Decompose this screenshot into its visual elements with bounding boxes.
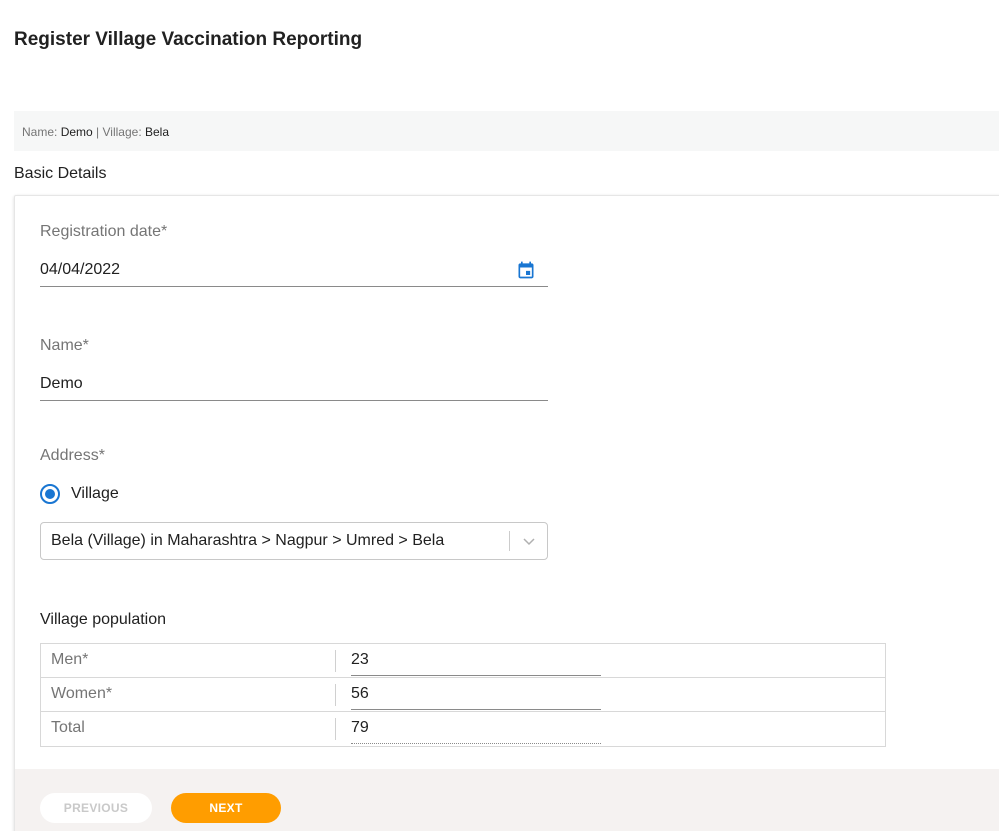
population-row-total: Total 79 [41,712,885,746]
next-button[interactable]: NEXT [171,793,281,823]
village-radio[interactable] [40,484,60,504]
summary-bar: Name: Demo | Village: Bela [14,111,999,151]
name-label: Name* [40,337,89,354]
address-label: Address* [40,447,105,464]
registration-date-label: Registration date* [40,223,168,240]
village-radio-option[interactable]: Village [40,483,119,505]
chevron-down-icon[interactable] [522,534,536,548]
summary-village-label: Village: [102,125,142,139]
row-divider [335,684,336,706]
men-input[interactable]: 23 [351,644,601,676]
name-value: Demo [40,375,83,392]
radio-selected-dot [45,489,55,499]
registration-date-value: 04/04/2022 [40,261,121,278]
village-radio-label: Village [71,485,119,502]
calendar-icon[interactable] [516,260,536,280]
total-label: Total [51,719,85,736]
population-row-women: Women* 56 [41,678,885,712]
population-table: Men* 23 Women* 56 Total 79 [40,643,886,747]
summary-village-value: Bela [145,125,170,139]
population-row-men: Men* 23 [41,644,885,678]
summary-separator: | [96,125,100,139]
women-label: Women* [51,685,113,702]
address-select-value: Bela (Village) in Maharashtra > Nagpur >… [51,532,445,549]
men-label: Men* [51,651,89,668]
address-select[interactable]: Bela (Village) in Maharashtra > Nagpur >… [40,522,548,560]
select-separator [509,531,510,551]
row-divider [335,718,336,740]
village-population-title: Village population [40,611,167,628]
total-value: 79 [351,712,601,744]
form-footer: PREVIOUS NEXT [15,769,999,831]
row-divider [335,650,336,672]
section-title: Basic Details [14,165,107,182]
women-input[interactable]: 56 [351,678,601,710]
previous-button[interactable]: PREVIOUS [40,793,152,823]
basic-details-card: Registration date* 04/04/2022 Name* Demo… [14,195,999,831]
name-input[interactable]: Demo [40,367,548,401]
summary-name-label: Name: [22,125,58,139]
registration-date-input[interactable]: 04/04/2022 [40,253,548,287]
page-title: Register Village Vaccination Reporting [14,29,363,50]
summary-name-value: Demo [60,125,93,139]
